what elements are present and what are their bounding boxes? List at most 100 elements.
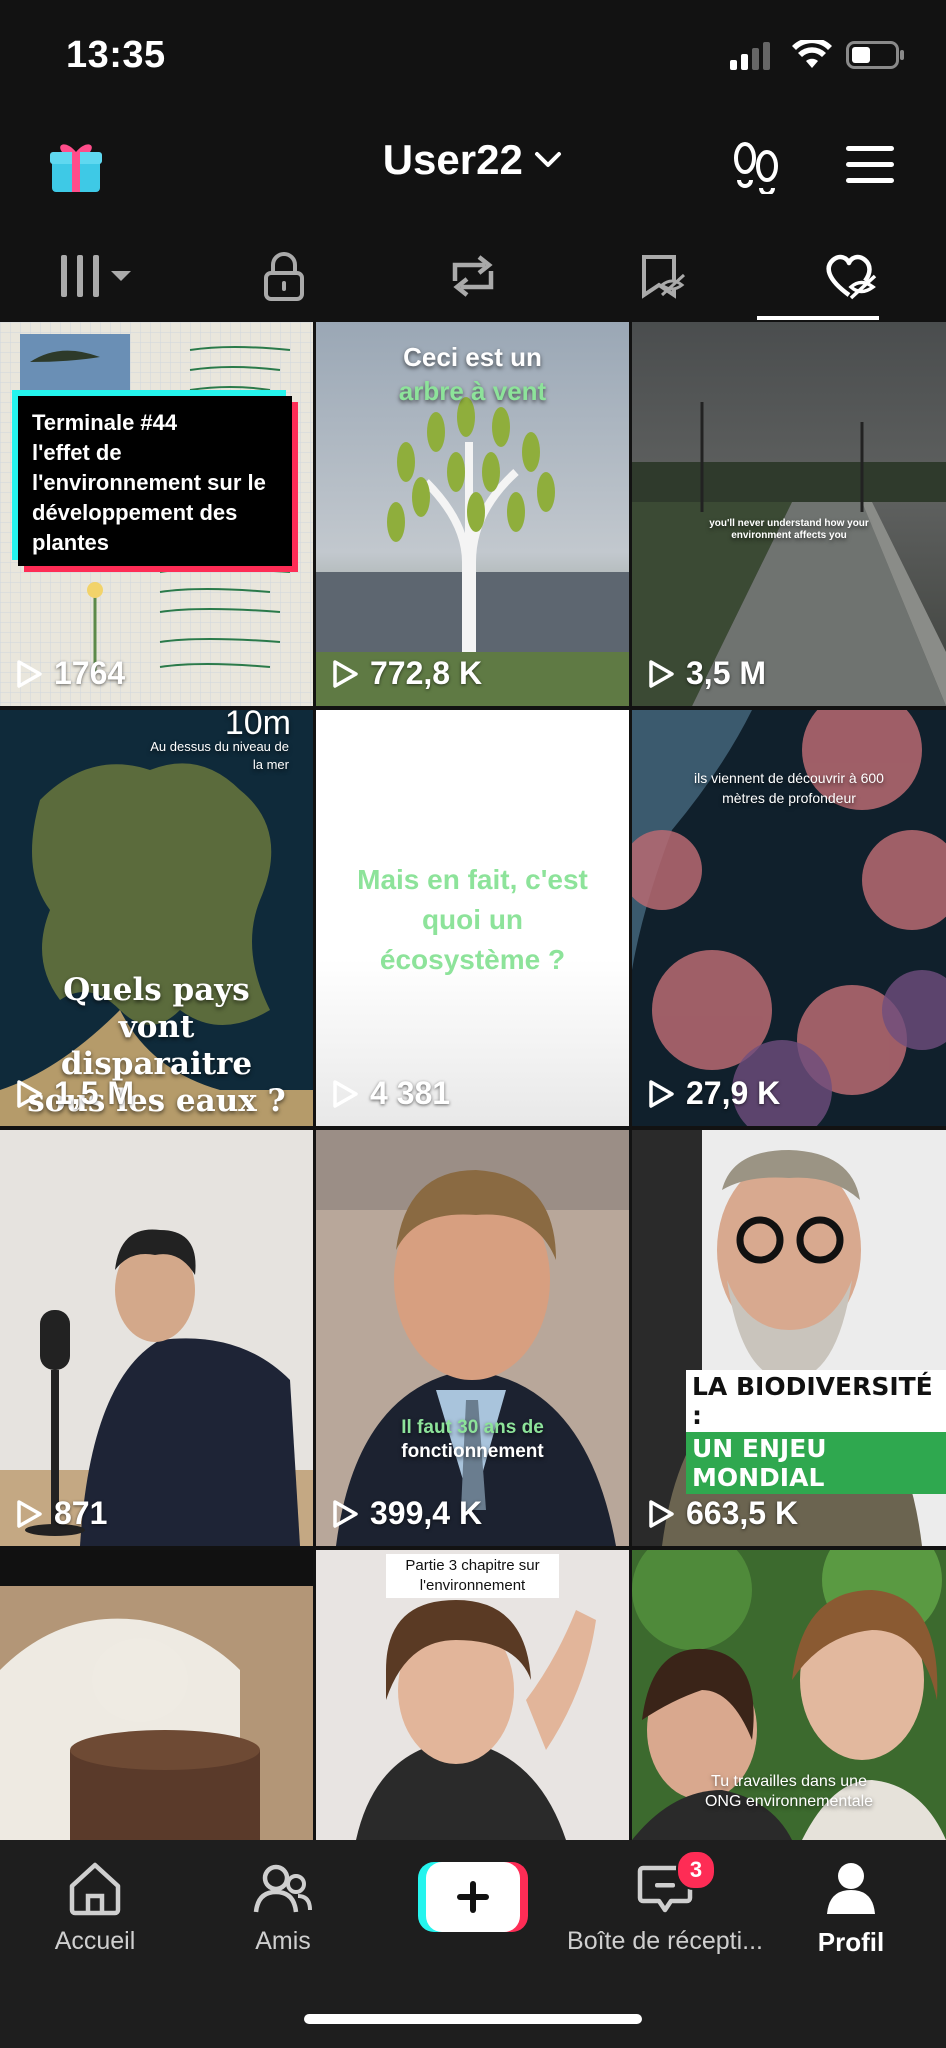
nav-inbox-label: Boîte de récepti... — [567, 1927, 763, 1955]
view-count-text: 871 — [54, 1495, 108, 1531]
play-icon — [17, 1079, 42, 1108]
video-tile[interactable]: 10m Au dessus du niveau de la mer Quels … — [0, 710, 313, 1126]
tab-reposts[interactable] — [378, 232, 567, 320]
overlay-line: l'environnement sur le — [32, 470, 266, 495]
nav-home[interactable]: Accueil — [40, 1860, 150, 1956]
road-thumbnail — [632, 402, 946, 706]
view-count: 399,4 K — [330, 1495, 482, 1532]
video-tile[interactable]: Partie 3 chapitre sur l'environnement — [316, 1550, 629, 1840]
home-icon — [69, 1862, 121, 1916]
play-icon — [333, 1079, 358, 1108]
video-caption: Tu travailles dans une ONG environnement… — [704, 1773, 874, 1810]
liked-hidden-icon — [826, 254, 877, 300]
view-count-text: 772,8 K — [370, 655, 483, 691]
play-icon — [649, 1079, 674, 1108]
caption-line: UN ENJEU MONDIAL — [686, 1432, 946, 1494]
title-card: Terminale #44 l'effet de l'environnement… — [18, 396, 292, 566]
overlay-line: plantes — [32, 530, 110, 555]
view-count: 871 — [14, 1495, 107, 1532]
battery-icon — [846, 41, 904, 69]
overlay-line: développement des — [32, 500, 238, 525]
view-count: 27,9 K — [646, 1075, 780, 1112]
view-count-text: 3,5 M — [686, 655, 767, 691]
video-caption: LA BIODIVERSITÉ : UN ENJEU MONDIAL — [686, 1370, 946, 1494]
friends-icon — [253, 1864, 312, 1913]
play-icon — [333, 1499, 358, 1528]
video-caption: ils viennent de découvrir à 600 mètres d… — [694, 770, 884, 806]
video-tile[interactable]: Ceci est un arbre à vent 772,8 K — [316, 322, 629, 706]
create-button[interactable] — [418, 1862, 528, 1932]
chevron-down-icon — [535, 152, 562, 167]
nav-friends-label: Amis — [255, 1927, 311, 1955]
caption-line: arbre à vent — [398, 376, 547, 406]
video-tile[interactable] — [0, 1550, 313, 1840]
profile-header: User22 — [0, 118, 946, 210]
play-icon — [17, 659, 42, 688]
view-count: 1,5 M — [14, 1075, 134, 1112]
overlay-line: Terminale #44 — [32, 410, 178, 435]
grid-icon — [60, 255, 131, 297]
video-caption: Ceci est un arbre à vent — [316, 340, 629, 408]
repost-icon — [452, 255, 494, 297]
signal-icon — [730, 42, 770, 70]
wifi-icon — [792, 40, 832, 68]
caption-line: LA BIODIVERSITÉ : — [686, 1370, 946, 1432]
nav-inbox[interactable]: Boîte de récepti... — [560, 1860, 770, 1956]
nav-profile-label: Profil — [817, 1927, 885, 1957]
podcast-thumbnail — [0, 1229, 313, 1546]
menu-icon[interactable] — [844, 144, 896, 186]
active-tab-indicator — [757, 316, 879, 320]
video-caption: Mais en fait, c'est quoi un écosystème ? — [357, 864, 588, 975]
play-icon — [649, 659, 674, 688]
view-count: 1764 — [14, 655, 125, 692]
view-count: 4 381 — [330, 1075, 450, 1112]
status-time: 13:35 — [66, 34, 166, 76]
lock-icon — [263, 252, 304, 301]
video-tile[interactable]: ils viennent de découvrir à 600 mètres d… — [632, 710, 946, 1126]
view-count-text: 1,5 M — [54, 1075, 135, 1111]
view-count-text: 399,4 K — [370, 1495, 483, 1531]
play-icon — [17, 1499, 42, 1528]
caption-line: Ceci est un — [403, 342, 542, 372]
video-tile[interactable]: Terminale #44 l'effet de l'environnement… — [0, 322, 313, 706]
view-count: 772,8 K — [330, 655, 482, 692]
nav-friends[interactable]: Amis — [228, 1860, 338, 1956]
footprints-icon[interactable] — [728, 138, 784, 194]
view-count-text: 4 381 — [370, 1075, 451, 1111]
video-tile[interactable]: 871 — [0, 1130, 313, 1546]
tab-liked[interactable] — [757, 232, 946, 320]
tab-favorites[interactable] — [568, 232, 757, 320]
view-count-text: 663,5 K — [686, 1495, 799, 1531]
altitude-caption: Au dessus du niveau de la mer — [150, 739, 289, 772]
view-count: 3,5 M — [646, 655, 766, 692]
username: User22 — [382, 136, 523, 183]
video-tile[interactable]: you'll never understand how your environ… — [632, 322, 946, 706]
video-tile[interactable]: Mais en fait, c'est quoi un écosystème ?… — [316, 710, 629, 1126]
status-icons — [730, 40, 906, 70]
view-count: 663,5 K — [646, 1495, 798, 1532]
nav-profile[interactable]: Profil — [796, 1860, 906, 1958]
play-icon — [333, 659, 358, 688]
tab-videos[interactable] — [0, 232, 189, 320]
video-caption: Partie 3 chapitre sur l'environnement — [386, 1554, 559, 1598]
video-caption: you'll never understand how your environ… — [709, 518, 869, 541]
video-tile[interactable]: Tu travailles dans une ONG environnement… — [632, 1550, 946, 1840]
video-tile[interactable]: LA BIODIVERSITÉ : UN ENJEU MONDIAL 663,5… — [632, 1130, 946, 1546]
inbox-badge: 3 — [676, 1850, 716, 1890]
speaker-thumbnail — [316, 1130, 629, 1546]
overlay-line: l'effet de — [32, 440, 122, 465]
profile-icon — [827, 1863, 875, 1914]
tab-private[interactable] — [189, 232, 378, 320]
video-tile[interactable]: Il faut 30 ans de fonctionnement 399,4 K — [316, 1130, 629, 1546]
caption-line: fonctionnement — [401, 1441, 544, 1462]
bookmark-hidden-icon — [642, 255, 686, 299]
nav-home-label: Accueil — [54, 1927, 136, 1955]
polar-bear-thumbnail — [0, 1550, 313, 1840]
view-count-text: 27,9 K — [686, 1075, 781, 1111]
view-count-text: 1764 — [54, 655, 126, 691]
status-bar: 13:35 — [0, 0, 946, 118]
video-grid: Terminale #44 l'effet de l'environnement… — [0, 322, 946, 1840]
caption-line: Il faut 30 ans de — [401, 1417, 544, 1438]
home-indicator — [304, 2014, 642, 2024]
account-switcher[interactable]: User22 — [0, 136, 946, 184]
